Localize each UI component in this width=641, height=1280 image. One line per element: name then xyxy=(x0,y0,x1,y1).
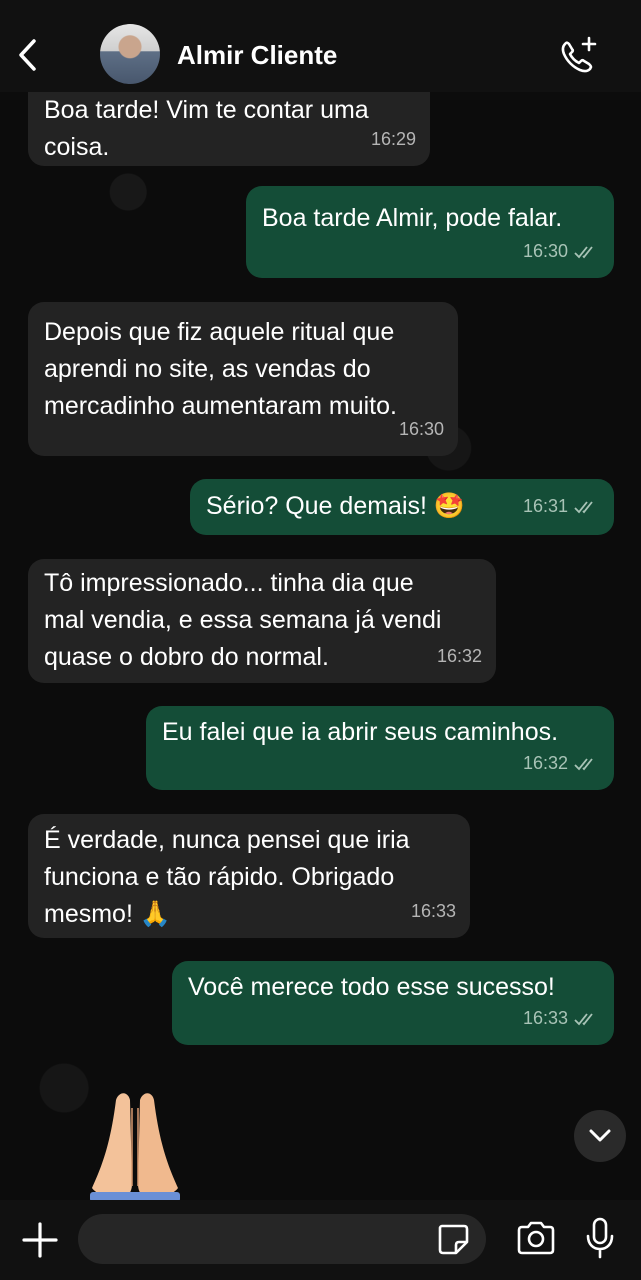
message-meta: 16:30 xyxy=(399,411,444,448)
message-meta: 16:33 xyxy=(411,893,456,930)
message-meta: 16:33 xyxy=(523,1000,600,1037)
message-time: 16:31 xyxy=(522,496,568,516)
message-meta: 16:32 xyxy=(523,745,600,782)
message-list[interactable]: Boa tarde! Vim te contar uma coisa. 16:2… xyxy=(0,86,641,1200)
message-incoming[interactable]: Tô impressionado... tinha dia que mal ve… xyxy=(28,559,496,683)
message-incoming[interactable]: Boa tarde! Vim te contar uma coisa. 16:2… xyxy=(28,86,430,166)
message-text: É verdade, nunca pensei que iria funcion… xyxy=(44,826,410,928)
message-text: Depois que fiz aquele ritual que aprendi… xyxy=(44,318,397,420)
chat-header: Almir Cliente xyxy=(0,0,641,92)
double-check-icon xyxy=(574,1012,593,1025)
message-time: 16:33 xyxy=(522,1008,568,1028)
message-outgoing[interactable]: Boa tarde Almir, pode falar. 16:30 xyxy=(246,186,614,278)
double-check-icon xyxy=(574,500,593,513)
message-time: 16:33 xyxy=(410,901,456,921)
double-check-icon xyxy=(574,757,593,770)
sticker-icon[interactable] xyxy=(436,1222,470,1256)
message-text: Tô impressionado... tinha dia que mal ve… xyxy=(44,569,442,671)
message-text: Boa tarde Almir, pode falar. xyxy=(262,204,563,232)
message-meta: 16:30 xyxy=(523,233,600,270)
message-incoming[interactable]: Depois que fiz aquele ritual que aprendi… xyxy=(28,302,458,456)
microphone-icon[interactable] xyxy=(584,1216,616,1260)
message-outgoing[interactable]: Você merece todo esse sucesso! 16:33 xyxy=(172,961,614,1045)
plus-icon[interactable] xyxy=(20,1220,60,1260)
message-time: 16:30 xyxy=(522,241,568,261)
contact-avatar[interactable] xyxy=(100,24,160,84)
phone-plus-icon xyxy=(561,36,597,73)
message-input[interactable] xyxy=(78,1214,486,1264)
message-time: 16:32 xyxy=(436,646,482,666)
message-time: 16:30 xyxy=(398,419,444,439)
message-outgoing[interactable]: Eu falei que ia abrir seus caminhos. 16:… xyxy=(146,706,614,790)
chevron-left-icon xyxy=(19,39,36,71)
message-meta: 16:31 xyxy=(523,488,600,525)
message-meta: 16:29 xyxy=(371,121,416,158)
message-incoming[interactable]: É verdade, nunca pensei que iria funcion… xyxy=(28,814,470,938)
message-outgoing[interactable]: Sério? Que demais! 🤩 16:31 xyxy=(190,479,614,535)
chevron-down-icon xyxy=(589,1129,611,1142)
praying-hands-sticker[interactable] xyxy=(88,1088,182,1202)
add-call-button[interactable] xyxy=(556,34,600,78)
message-time: 16:29 xyxy=(370,129,416,149)
message-time: 16:32 xyxy=(522,753,568,773)
scroll-to-bottom-button[interactable] xyxy=(574,1110,626,1162)
contact-name[interactable]: Almir Cliente xyxy=(177,40,337,71)
camera-icon[interactable] xyxy=(515,1220,557,1256)
double-check-icon xyxy=(574,245,593,258)
back-button[interactable] xyxy=(10,30,46,80)
message-text: Boa tarde! Vim te contar uma coisa. xyxy=(44,96,369,161)
message-meta: 16:32 xyxy=(437,638,482,675)
